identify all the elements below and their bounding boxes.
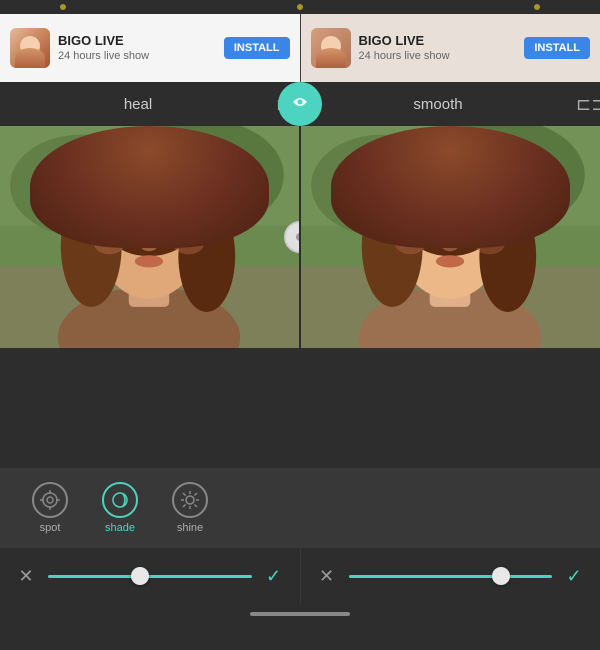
tool-shine[interactable]: shine [160,482,220,534]
right-ad-title: BIGO LIVE [359,33,517,49]
dot-3 [534,4,540,10]
right-ad-banner[interactable]: BIGO LIVE 24 hours live show INSTALL [301,14,600,82]
left-ad-avatar [10,28,50,68]
right-filter-label: smooth [300,96,576,113]
right-ad-text: BIGO LIVE 24 hours live show [359,33,517,63]
left-cancel-button[interactable]: ✕ [14,566,38,587]
right-ad-subtitle: 24 hours live show [359,49,517,63]
tools-panel: spot shade [0,468,600,548]
right-confirm-button[interactable]: ✓ [562,566,586,587]
spot-icon [32,482,68,518]
left-control-bar: ✕ ✓ [0,548,301,604]
shade-icon [102,482,138,518]
images-comparison-row [0,126,600,348]
dots-row [0,0,600,14]
right-portrait [301,126,600,348]
right-image-panel [301,126,600,348]
spot-label: spot [40,522,61,534]
left-confirm-button[interactable]: ✓ [262,566,286,587]
left-portrait [0,126,299,348]
left-ad-banner[interactable]: BIGO LIVE 24 hours live show INSTALL [0,14,300,82]
middle-area [0,348,600,468]
home-bar [250,612,350,616]
bottom-controls: ✕ ✓ ✕ ✓ [0,548,600,604]
left-ad-text: BIGO LIVE 24 hours live show [58,33,216,63]
left-ad-subtitle: 24 hours live show [58,49,216,63]
filter-row: heal ⊏⊐ smooth ⊏⊐ [0,82,600,126]
right-slider-track[interactable] [349,575,553,578]
left-filter-label: heal [0,96,276,113]
right-ad-avatar [311,28,351,68]
tool-spot[interactable]: spot [20,482,80,534]
left-slider-track[interactable] [48,575,252,578]
right-control-bar: ✕ ✓ [301,548,600,604]
left-ad-title: BIGO LIVE [58,33,216,49]
left-ad-install-button[interactable]: INSTALL [224,37,290,59]
right-slider-thumb[interactable] [492,567,510,585]
dot-2 [297,4,303,10]
left-slider-thumb[interactable] [131,567,149,585]
shine-label: shine [177,522,203,534]
home-indicator-area [0,604,600,624]
right-split-icon: ⊏⊐ [576,94,600,115]
tool-shade[interactable]: shade [90,482,150,534]
swap-icon [289,91,311,118]
ads-row: BIGO LIVE 24 hours live show INSTALL BIG… [0,14,600,82]
dot-1 [60,4,66,10]
right-cancel-button[interactable]: ✕ [315,566,339,587]
shine-icon [172,482,208,518]
right-ad-install-button[interactable]: INSTALL [524,37,590,59]
shade-label: shade [105,522,135,534]
left-image-panel [0,126,301,348]
swap-button[interactable] [278,82,322,126]
